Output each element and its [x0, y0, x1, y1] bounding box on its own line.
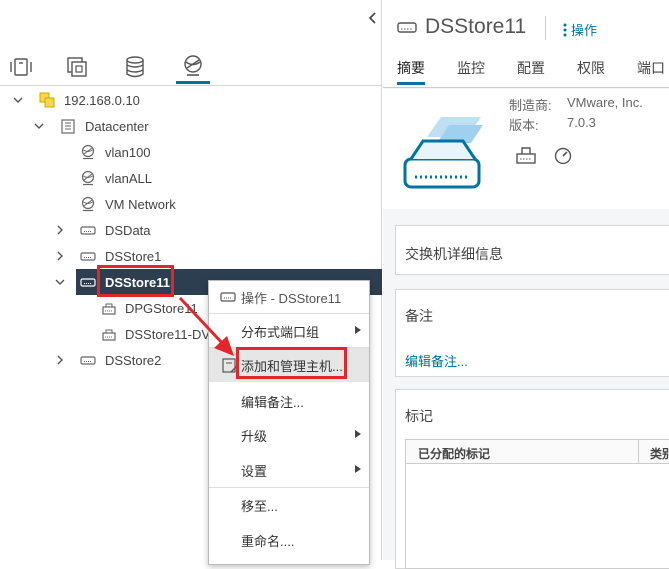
manufacturer-value: VMware, Inc. — [567, 95, 643, 110]
detail-header: DSStore11 操作 摘要 监控 配置 权限 端口 — [383, 0, 669, 88]
page-title: DSStore11 — [425, 15, 527, 38]
chevron-right-icon[interactable] — [54, 354, 66, 366]
menu-item-label: 设置 — [241, 463, 268, 479]
card-title: 备注 — [405, 308, 433, 324]
tab-ports[interactable]: 端口 — [637, 58, 665, 78]
tab-configure[interactable]: 配置 — [517, 58, 545, 78]
menu-item-upgrade[interactable]: 升级 — [209, 418, 369, 452]
network-icon — [79, 195, 97, 213]
tags-table: 已分配的标记 类别 — [405, 439, 669, 569]
hosts-clusters-tab[interactable] — [4, 50, 38, 84]
storage-icon — [126, 56, 144, 78]
actions-label: 操作 — [571, 23, 598, 38]
tree-label: vlan100 — [105, 144, 151, 160]
tree-label: 192.168.0.10 — [64, 92, 140, 108]
tab-monitor[interactable]: 监控 — [457, 58, 485, 78]
context-menu-title: 操作 - DSStore11 — [241, 290, 342, 306]
submenu-arrow-icon — [355, 430, 361, 438]
version-label: 版本: — [509, 118, 539, 133]
chevron-down-icon[interactable] — [54, 276, 66, 288]
version-value: 7.0.3 — [567, 115, 596, 130]
distributed-switch-icon — [79, 273, 97, 291]
tree-node-network[interactable]: VM Network — [0, 191, 382, 217]
switch-details-card[interactable]: 交换机详细信息 — [395, 225, 669, 275]
menu-item-label: 重命名.... — [241, 533, 295, 549]
red-highlight-box — [236, 347, 347, 379]
submenu-arrow-icon — [355, 465, 361, 473]
tree-label: VM Network — [105, 196, 176, 212]
menu-item-label: 移至... — [241, 498, 278, 514]
submenu-arrow-icon — [355, 326, 361, 334]
edit-notes-link[interactable]: 编辑备注... — [405, 351, 468, 370]
vms-templates-tab[interactable] — [60, 50, 94, 84]
detail-panel: DSStore11 操作 摘要 监控 配置 权限 端口 制造商: VMware,… — [383, 0, 669, 569]
manufacturer-label: 制造商: — [509, 98, 552, 113]
tree-node-network[interactable]: vlan100 — [0, 139, 382, 165]
chevron-right-icon[interactable] — [54, 250, 66, 262]
actions-menu[interactable]: 操作 — [563, 20, 597, 39]
tree-node-datacenter[interactable]: Datacenter — [0, 113, 382, 139]
distributed-switch-icon — [79, 221, 97, 239]
context-menu: 操作 - DSStore11 分布式端口组 添加和管理主机... 编辑备注...… — [208, 280, 370, 565]
menu-item-label: 分布式端口组 — [241, 324, 320, 340]
datacenter-icon — [59, 117, 77, 135]
tags-card: 标记 已分配的标记 类别 — [395, 389, 669, 569]
chevron-right-icon[interactable] — [54, 224, 66, 236]
distributed-switch-icon — [79, 351, 97, 369]
network-adapter-icon[interactable] — [515, 145, 537, 168]
tree-label: vlanALL — [105, 170, 152, 186]
portgroup-icon — [100, 325, 118, 343]
table-header: 已分配的标记 类别 — [406, 440, 669, 464]
vms-icon — [67, 57, 87, 77]
networking-icon — [184, 54, 202, 76]
portgroup-icon — [100, 299, 118, 317]
column-header[interactable]: 已分配的标记 — [418, 445, 490, 462]
tree-label: DSData — [105, 222, 151, 238]
tree-node-vcenter[interactable]: 192.168.0.10 — [0, 87, 382, 113]
vcenter-icon — [38, 91, 56, 109]
tree-node-network[interactable]: vlanALL — [0, 165, 382, 191]
tree-label: DSStore2 — [105, 352, 162, 368]
menu-item-distributed-portgroup[interactable]: 分布式端口组 — [209, 314, 369, 348]
red-highlight-box — [97, 265, 174, 297]
tree-label: DPGStore11 — [125, 300, 198, 316]
tab-summary[interactable]: 摘要 — [397, 58, 425, 85]
tab-permissions[interactable]: 权限 — [577, 58, 605, 78]
card-title: 交换机详细信息 — [405, 246, 503, 262]
divider — [545, 16, 546, 40]
network-icon — [79, 169, 97, 187]
network-icon — [79, 143, 97, 161]
context-menu-header: 操作 - DSStore11 — [209, 281, 369, 313]
gauge-icon[interactable] — [553, 146, 573, 167]
summary-section: 制造商: VMware, Inc. 版本: 7.0.3 — [383, 89, 669, 209]
storage-tab[interactable] — [118, 50, 152, 84]
menu-item-edit-notes[interactable]: 编辑备注... — [209, 384, 369, 418]
distributed-switch-icon — [220, 291, 236, 306]
menu-item-rename[interactable]: 重命名.... — [209, 523, 369, 557]
chevron-down-icon[interactable] — [33, 120, 45, 132]
column-divider[interactable] — [638, 440, 639, 464]
menu-item-label: 编辑备注... — [241, 394, 304, 410]
chevron-down-icon[interactable] — [12, 94, 24, 106]
menu-item-move-to[interactable]: 移至... — [209, 488, 369, 522]
hosts-icon — [10, 58, 32, 76]
tree-label: DSStore11-DV — [125, 326, 211, 342]
tree-label: Datacenter — [85, 118, 149, 134]
tree-node-switch[interactable]: DSData — [0, 217, 382, 243]
networking-tab[interactable] — [176, 50, 210, 84]
navigator-tabs — [0, 44, 382, 86]
notes-card: 备注 编辑备注... — [395, 289, 669, 377]
menu-item-label: 升级 — [241, 428, 268, 444]
distributed-switch-illustration — [403, 117, 483, 189]
more-vertical-icon — [563, 23, 567, 36]
collapse-panel-icon[interactable] — [366, 8, 380, 28]
column-header[interactable]: 类别 — [650, 445, 669, 462]
distributed-switch-icon — [397, 20, 417, 37]
card-title: 标记 — [405, 408, 433, 424]
tree-label: DSStore1 — [105, 248, 162, 264]
menu-item-settings[interactable]: 设置 — [209, 453, 369, 487]
distributed-switch-icon — [79, 247, 97, 265]
tree-node-switch[interactable]: DSStore1 — [0, 243, 382, 269]
